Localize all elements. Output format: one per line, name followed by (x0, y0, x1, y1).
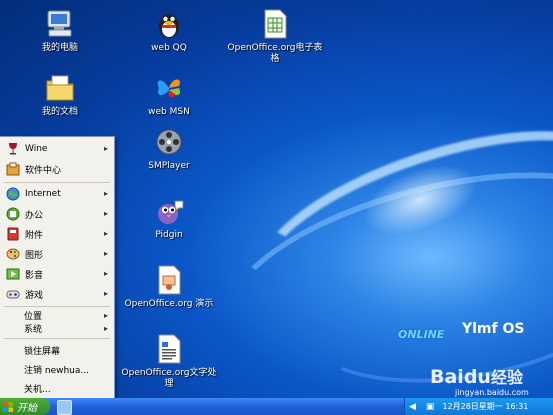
desktop-icon-my-computer[interactable]: 我的电脑 (12, 8, 108, 54)
submenu-arrow-icon: ▸ (103, 144, 108, 153)
submenu-arrow-icon: ▸ (103, 189, 108, 198)
baidu-logo-text: Baidu经验 (430, 364, 523, 388)
wallpaper-glow (353, 151, 487, 249)
menu-item-software-center[interactable]: 软件中心 (0, 159, 114, 179)
globe-icon (6, 187, 20, 201)
folder-documents-icon (44, 72, 76, 104)
menu-item-label: 图形 (25, 250, 44, 261)
desktop-icon-oo-calc[interactable]: OpenOffice.org电子表格 (227, 8, 323, 65)
ylmf-logo-text: ONLINE (398, 316, 444, 344)
baidu-text: Baidu (430, 366, 491, 388)
spreadsheet-document-icon (259, 8, 291, 40)
quick-launch-desktop-icon[interactable] (57, 400, 72, 415)
menu-item-label: 影音 (25, 270, 44, 281)
start-logo-icon (3, 401, 13, 412)
system-tray: ◀ ▣ 12月28日星期一 16:31 (404, 398, 553, 415)
menu-item-label: 办公 (25, 210, 44, 221)
menu-item-label: 注销 newhua... (24, 365, 89, 376)
menu-item-internet[interactable]: Internet ▸ (0, 184, 114, 204)
ylmf-os-text: Ylmf OS (462, 321, 525, 337)
pidgin-bird-icon (153, 195, 185, 227)
menu-item-label: 软件中心 (25, 165, 62, 176)
menu-item-accessories[interactable]: 附件 ▸ (0, 224, 114, 244)
presentation-document-icon (153, 264, 185, 296)
menu-item-games[interactable]: 游戏 ▸ (0, 284, 114, 304)
text-document-icon (153, 333, 185, 365)
menu-item-logout[interactable]: 注销 newhua... (0, 359, 114, 379)
ylmf-online-text: ONLINE (398, 328, 445, 341)
volume-icon[interactable]: ◀ (409, 402, 416, 412)
network-icon[interactable]: ▣ (426, 402, 435, 412)
menu-separator (4, 182, 110, 183)
accessories-icon (6, 227, 20, 241)
menu-item-label: Wine (25, 144, 48, 154)
menu-item-shutdown[interactable]: 关机... (0, 378, 114, 398)
menu-item-label: 附件 (25, 230, 44, 241)
submenu-arrow-icon: ▸ (103, 229, 108, 238)
msn-butterfly-icon (153, 72, 185, 104)
submenu-arrow-icon: ▸ (103, 209, 108, 218)
taskbar: 开始 ◀ ▣ 12月28日星期一 16:31 (0, 398, 553, 415)
menu-item-lock-screen[interactable]: 锁住屏幕 (0, 340, 114, 360)
software-center-icon (6, 162, 20, 176)
desktop-icon-web-qq[interactable]: web QQ (121, 8, 217, 54)
menu-separator (4, 338, 110, 339)
graphics-palette-icon (6, 247, 20, 261)
menu-item-places[interactable]: 位置 ▸ (0, 309, 114, 322)
menu-item-graphics[interactable]: 图形 ▸ (0, 244, 114, 264)
desktop-icon-oo-impress[interactable]: OpenOffice.org 演示 (121, 264, 217, 310)
menu-item-label: 系统 (24, 325, 43, 335)
baidu-jingyan-text: 经验 (490, 368, 523, 387)
submenu-arrow-icon: ▸ (103, 311, 108, 320)
start-label: 开始 (17, 403, 37, 414)
wine-glass-icon (6, 142, 20, 156)
desktop-icon-oo-writer[interactable]: OpenOffice.org文字处理 (121, 333, 217, 390)
menu-item-wine[interactable]: Wine ▸ (0, 139, 114, 159)
submenu-arrow-icon: ▸ (103, 249, 108, 258)
office-icon (6, 207, 20, 221)
desktop-icon-smplayer[interactable]: SMPlayer (121, 126, 217, 172)
menu-separator (4, 306, 110, 307)
start-menu: Wine ▸ 软件中心 Internet ▸ 办公 ▸ 附件 ▸ 图形 ▸ 影音… (0, 136, 115, 400)
menu-item-office[interactable]: 办公 ▸ (0, 204, 114, 224)
menu-item-label: 游戏 (25, 290, 44, 301)
menu-item-label: 锁住屏幕 (24, 346, 61, 357)
menu-item-label: 位置 (24, 312, 43, 322)
multimedia-icon (6, 267, 20, 281)
clock[interactable]: 12月28日星期一 16:31 (442, 401, 528, 412)
games-icon (6, 287, 20, 301)
submenu-arrow-icon: ▸ (103, 324, 108, 333)
menu-item-multimedia[interactable]: 影音 ▸ (0, 264, 114, 284)
desktop-icon-pidgin[interactable]: Pidgin (121, 195, 217, 241)
desktop: 我的电脑 我的文档 web QQ web MSN SMPlayer Pidgin… (0, 0, 553, 415)
menu-item-label: 关机... (24, 384, 51, 395)
submenu-arrow-icon: ▸ (103, 269, 108, 278)
desktop-icon-my-documents[interactable]: 我的文档 (12, 72, 108, 118)
menu-item-system[interactable]: 系统 ▸ (0, 322, 114, 335)
qq-penguin-icon (153, 8, 185, 40)
submenu-arrow-icon: ▸ (103, 289, 108, 298)
film-reel-icon (153, 126, 185, 158)
computer-icon (44, 8, 76, 40)
desktop-icon-web-msn[interactable]: web MSN (121, 72, 217, 118)
start-button[interactable]: 开始 (0, 398, 50, 415)
baidu-url-text: jingyan.baidu.com (455, 388, 529, 397)
menu-item-label: Internet (25, 189, 61, 199)
